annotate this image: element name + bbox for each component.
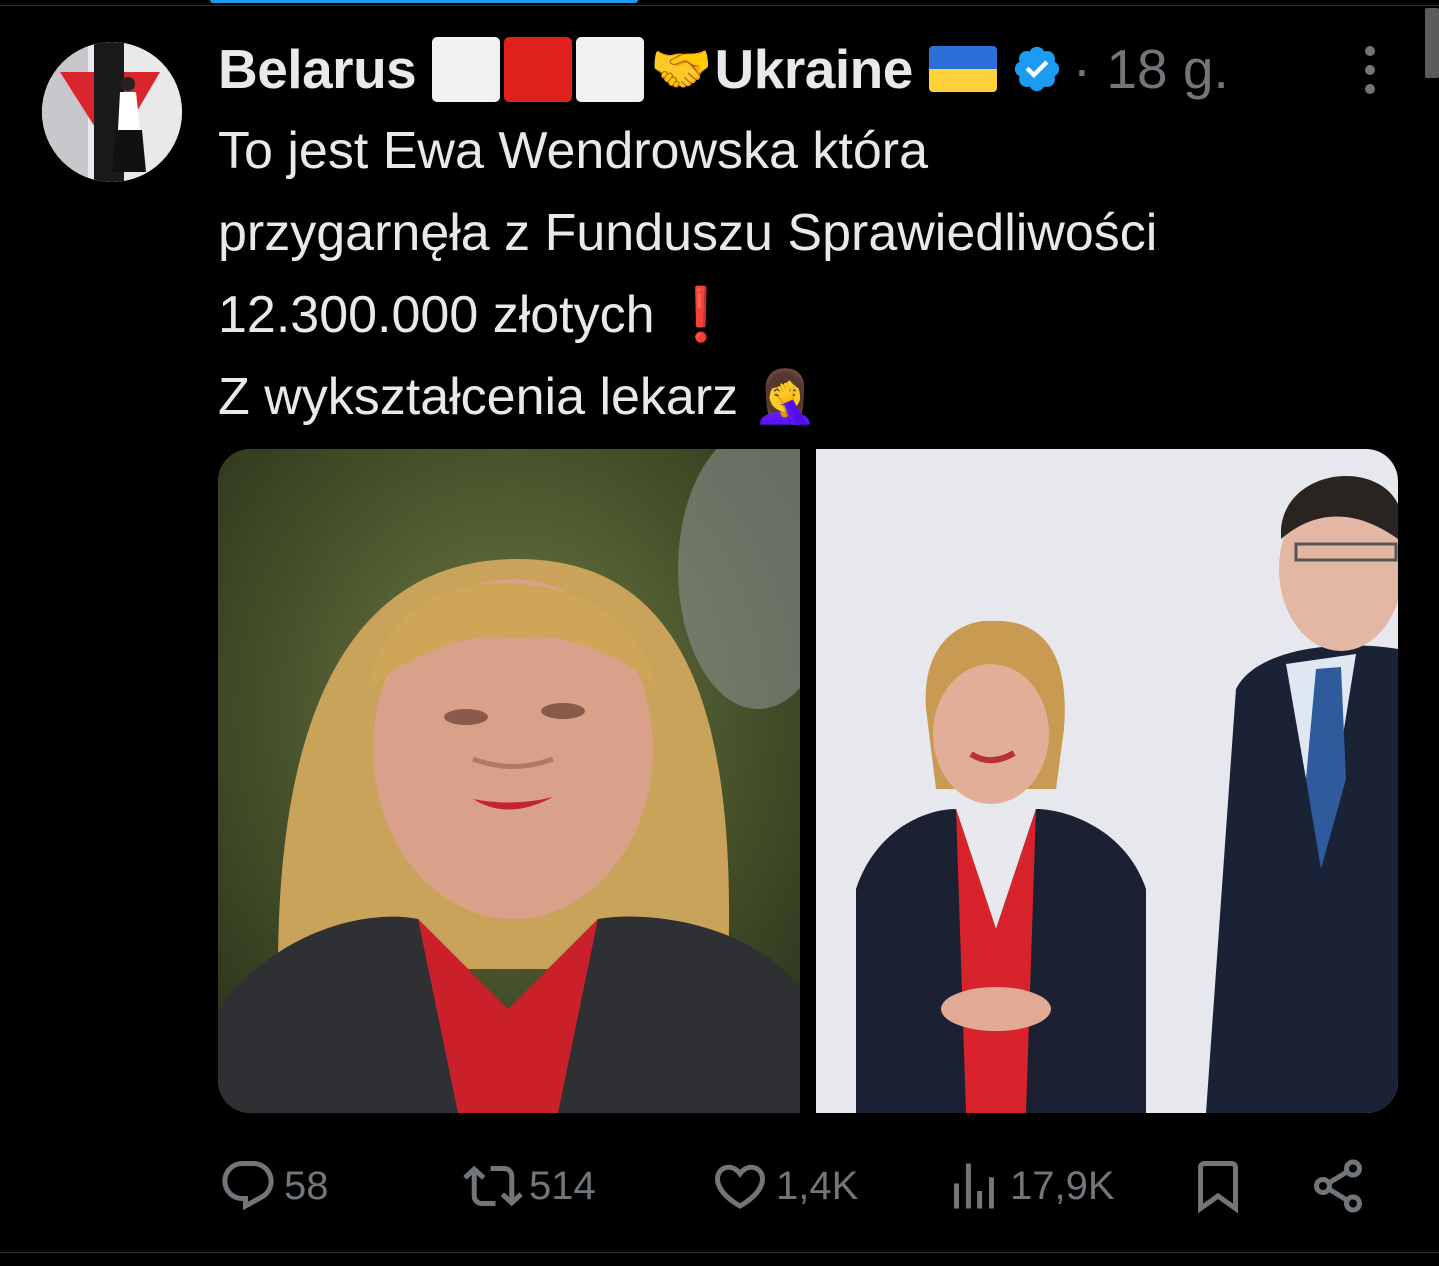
bottom-divider bbox=[0, 1252, 1439, 1253]
views-button[interactable]: 17,9K bbox=[944, 1156, 1115, 1216]
tweet-text: To jest Ewa Wendrowska która przygarnęła… bbox=[218, 110, 1378, 438]
flag-red-emoji bbox=[504, 36, 573, 102]
exclamation-emoji: ❗ bbox=[668, 286, 734, 344]
tweet-text-line: To jest Ewa Wendrowska która bbox=[218, 122, 928, 180]
reply-count: 58 bbox=[284, 1163, 329, 1208]
reply-button[interactable]: 58 bbox=[218, 1156, 329, 1216]
views-count: 17,9K bbox=[1010, 1163, 1115, 1208]
photo-woman-and-man[interactable] bbox=[816, 449, 1398, 1113]
repost-count: 514 bbox=[529, 1163, 596, 1208]
reply-icon bbox=[222, 1161, 274, 1211]
tweet-time[interactable]: · 18 g. bbox=[1073, 37, 1229, 101]
like-button[interactable]: 1,4K bbox=[710, 1156, 858, 1216]
repost-icon bbox=[463, 1165, 523, 1207]
share-icon bbox=[1314, 1159, 1362, 1213]
tweet[interactable]: Belarus 🤝 Ukraine · 18 g. To jest Ewa We… bbox=[0, 0, 1439, 1266]
author-name[interactable]: Belarus bbox=[218, 37, 417, 101]
like-count: 1,4K bbox=[776, 1163, 859, 1208]
ukraine-flag-emoji bbox=[928, 46, 997, 92]
views-icon bbox=[954, 1163, 994, 1209]
facepalm-emoji: 🤦‍♀️ bbox=[752, 368, 818, 426]
handshake-emoji: 🤝 bbox=[650, 41, 713, 97]
bookmark-button[interactable] bbox=[1188, 1156, 1254, 1216]
verified-badge-icon[interactable] bbox=[1011, 43, 1063, 95]
more-options-icon[interactable] bbox=[1356, 46, 1384, 94]
tweet-text-amount: 12.300.000 złotych bbox=[218, 286, 655, 344]
tweet-header: Belarus 🤝 Ukraine · 18 g. bbox=[218, 36, 1229, 102]
author-name-suffix[interactable]: Ukraine bbox=[715, 37, 914, 101]
flag-white-emoji bbox=[576, 36, 645, 102]
photo-woman-portrait[interactable] bbox=[218, 449, 800, 1113]
avatar[interactable] bbox=[42, 42, 182, 182]
flag-white-emoji bbox=[432, 36, 501, 102]
repost-button[interactable]: 514 bbox=[463, 1156, 596, 1216]
tweet-actions: 58 514 1,4K 17,9K bbox=[218, 1150, 1378, 1222]
tweet-text-line: 12.300.000 złotych ❗ bbox=[218, 274, 1378, 356]
heart-icon bbox=[714, 1164, 766, 1209]
tweet-text-profession: Z wykształcenia lekarz bbox=[218, 368, 739, 426]
tweet-text-line: Z wykształcenia lekarz 🤦‍♀️ bbox=[218, 356, 1378, 438]
tweet-media[interactable] bbox=[218, 449, 1398, 1113]
tweet-text-line: przygarnęła z Funduszu Sprawiedliwości bbox=[218, 204, 1158, 262]
share-button[interactable] bbox=[1308, 1156, 1374, 1216]
bookmark-icon bbox=[1198, 1161, 1238, 1214]
